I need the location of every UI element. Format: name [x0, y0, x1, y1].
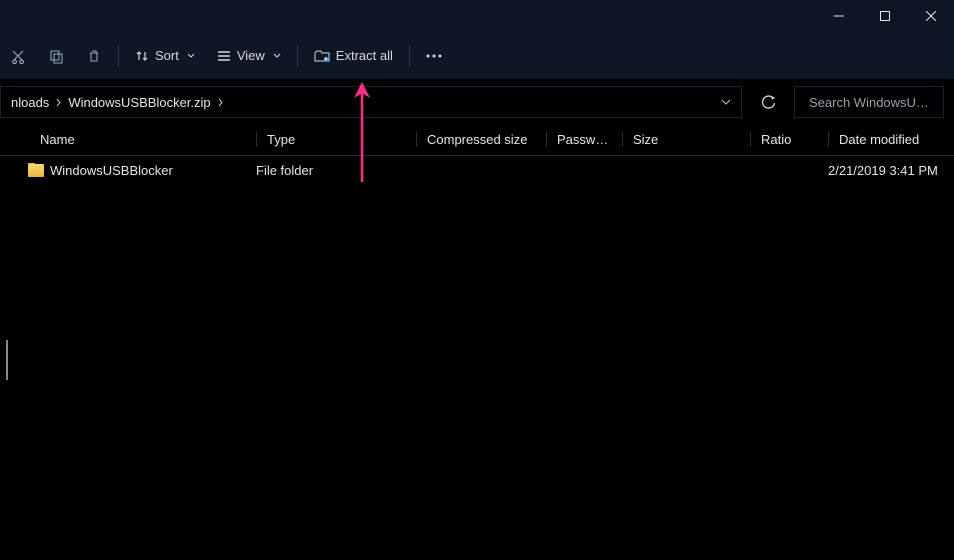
column-header-date[interactable]: Date modified	[828, 132, 954, 147]
view-button[interactable]: View	[207, 38, 291, 74]
toolbar-separator	[297, 45, 298, 67]
column-header-size[interactable]: Size	[622, 132, 750, 147]
maximize-button[interactable]	[862, 0, 908, 32]
extractall-button[interactable]: Extract all	[304, 38, 403, 74]
chevron-right-icon[interactable]	[53, 98, 64, 107]
extractall-label: Extract all	[336, 48, 393, 63]
search-input[interactable]	[809, 95, 954, 110]
column-header-type[interactable]: Type	[256, 132, 416, 147]
list-item[interactable]: WindowsUSBBlocker File folder 2/21/2019 …	[0, 156, 954, 184]
breadcrumb-segment[interactable]: WindowsUSBBlocker.zip	[64, 95, 214, 110]
trash-icon	[86, 48, 102, 64]
column-header-name[interactable]: Name	[40, 132, 256, 147]
breadcrumb-segment[interactable]: nloads	[7, 95, 53, 110]
extract-icon	[314, 49, 330, 63]
column-headers: Name Type Compressed size Password … Siz…	[0, 124, 954, 156]
more-button[interactable]	[416, 38, 452, 74]
chevron-down-icon	[187, 52, 195, 60]
copy-icon	[48, 48, 64, 64]
addressbar-row: nloads WindowsUSBBlocker.zip	[0, 80, 954, 124]
copy-button[interactable]	[38, 38, 74, 74]
column-header-compressed-size[interactable]: Compressed size	[416, 132, 546, 147]
sort-button[interactable]: Sort	[125, 38, 205, 74]
titlebar	[0, 0, 954, 32]
delete-button[interactable]	[76, 38, 112, 74]
item-name: WindowsUSBBlocker	[50, 163, 173, 178]
column-header-ratio[interactable]: Ratio	[750, 132, 828, 147]
item-type: File folder	[256, 163, 416, 178]
item-date: 2/21/2019 3:41 PM	[828, 163, 954, 178]
column-header-password[interactable]: Password …	[546, 132, 622, 147]
cut-button[interactable]	[0, 38, 36, 74]
cut-icon	[10, 48, 26, 64]
scrollbar-thumb[interactable]	[6, 340, 8, 380]
chevron-right-icon[interactable]	[215, 98, 226, 107]
chevron-down-icon	[273, 52, 281, 60]
minimize-button[interactable]	[816, 0, 862, 32]
view-icon	[217, 50, 231, 62]
toolbar: Sort View Extract all	[0, 32, 954, 80]
close-button[interactable]	[908, 0, 954, 32]
more-icon	[426, 54, 442, 58]
file-list: WindowsUSBBlocker File folder 2/21/2019 …	[0, 156, 954, 560]
folder-icon	[28, 164, 44, 177]
refresh-icon	[761, 95, 776, 110]
breadcrumb[interactable]: nloads WindowsUSBBlocker.zip	[0, 86, 742, 118]
sort-label: Sort	[155, 48, 179, 63]
toolbar-separator	[118, 45, 119, 67]
toolbar-separator	[409, 45, 410, 67]
sort-icon	[135, 49, 149, 63]
chevron-down-icon[interactable]	[721, 98, 731, 106]
view-label: View	[237, 48, 265, 63]
search-box[interactable]	[794, 86, 944, 118]
refresh-button[interactable]	[750, 86, 786, 118]
